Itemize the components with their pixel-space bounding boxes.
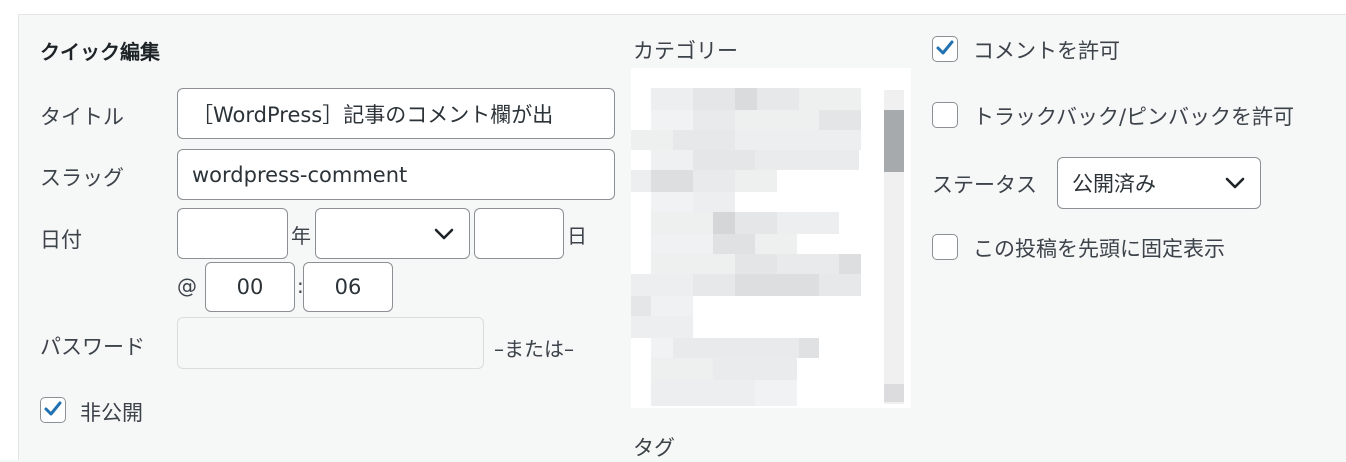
top-band: [0, 0, 1346, 15]
slug-input-value: wordpress-comment: [192, 162, 408, 187]
title-label: タイトル: [40, 105, 124, 129]
password-or-text: –または–: [494, 337, 574, 361]
year-input[interactable]: [177, 208, 288, 259]
minute-input[interactable]: 06: [303, 262, 393, 312]
minute-input-value: 06: [334, 275, 362, 299]
status-select-value: 公開済み: [1072, 172, 1156, 196]
status-select[interactable]: 公開済み: [1057, 157, 1261, 209]
allow-pings-label: トラックバック/ピンバックを許可: [973, 105, 1295, 129]
slug-label: スラッグ: [40, 166, 124, 190]
scrollbar-bottom: [884, 384, 904, 402]
tags-label: タグ: [633, 436, 675, 460]
at-symbol: @: [177, 274, 197, 298]
month-select[interactable]: [315, 208, 470, 259]
day-suffix: 日: [567, 224, 587, 248]
left-gutter: [0, 14, 19, 460]
sticky-checkbox[interactable]: [932, 234, 958, 260]
private-checkbox[interactable]: [40, 397, 66, 423]
check-icon: [936, 40, 954, 55]
private-label: 非公開: [80, 401, 143, 425]
password-input[interactable]: [177, 317, 484, 369]
quick-edit-heading: クイック編集: [40, 40, 160, 64]
year-suffix: 年: [291, 224, 311, 248]
date-label: 日付: [40, 228, 82, 252]
title-input-value: ［WordPress］記事のコメント欄が出: [192, 102, 554, 127]
hour-input-value: 00: [236, 275, 264, 299]
categories-label: カテゴリー: [633, 39, 738, 63]
check-icon: [44, 401, 62, 416]
status-label: ステータス: [932, 173, 1037, 197]
chevron-down-icon: [1225, 177, 1245, 189]
category-checklist[interactable]: [631, 68, 911, 408]
password-label: パスワード: [40, 335, 145, 359]
title-input[interactable]: ［WordPress］記事のコメント欄が出: [177, 88, 615, 139]
allow-pings-checkbox[interactable]: [932, 102, 958, 128]
sticky-label: この投稿を先頭に固定表示: [973, 237, 1225, 261]
hour-input[interactable]: 00: [205, 262, 295, 312]
allow-comments-checkbox[interactable]: [932, 36, 958, 62]
chevron-down-icon: [434, 228, 454, 239]
category-scrollbar-thumb[interactable]: [884, 110, 904, 172]
allow-comments-label: コメントを許可: [973, 39, 1120, 63]
slug-input[interactable]: wordpress-comment: [177, 149, 615, 200]
day-input[interactable]: [474, 208, 564, 259]
